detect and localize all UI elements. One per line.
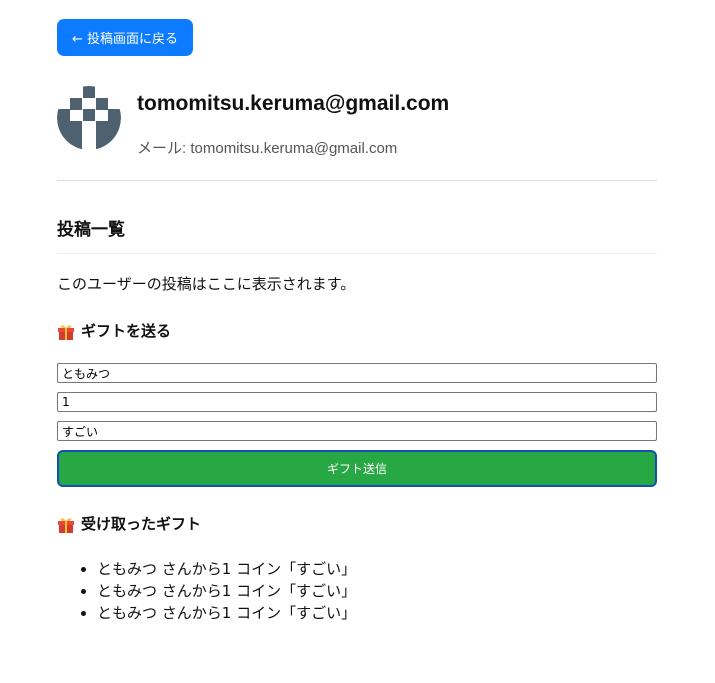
send-gift-title: ギフトを送る (81, 322, 172, 340)
page-container: ← 投稿画面に戻る tomomitsu.keruma@gmail.com メール… (57, 0, 657, 624)
profile-divider (57, 180, 657, 181)
gift-form: ギフト送信 (57, 363, 657, 487)
posts-section-title: 投稿一覧 (57, 220, 125, 240)
posts-empty-text: このユーザーの投稿はここに表示されます。 (57, 275, 356, 293)
received-gifts-title: 受け取ったギフト (81, 515, 202, 533)
gift-icon (58, 324, 74, 340)
send-gift-heading: ギフトを送る (57, 320, 657, 341)
back-to-posts-button[interactable]: ← 投稿画面に戻る (57, 19, 194, 56)
gift-sender-input[interactable] (57, 363, 657, 383)
profile-display-name: tomomitsu.keruma@gmail.com (137, 92, 450, 115)
avatar (57, 86, 121, 150)
list-item: ともみつ さんから1 コイン「すごい」 (97, 602, 657, 624)
posts-divider (57, 253, 657, 254)
send-gift-button[interactable]: ギフト送信 (57, 450, 657, 487)
gift-message-input[interactable] (57, 421, 657, 441)
profile-header: tomomitsu.keruma@gmail.com メール: tomomits… (57, 86, 657, 157)
list-item: ともみつ さんから1 コイン「すごい」 (97, 580, 657, 602)
list-item: ともみつ さんから1 コイン「すごい」 (97, 558, 657, 580)
gift-icon (58, 517, 74, 533)
email-value: tomomitsu.keruma@gmail.com (190, 140, 398, 157)
received-gifts-list: ともみつ さんから1 コイン「すごい」 ともみつ さんから1 コイン「すごい」 … (57, 558, 657, 624)
gift-amount-input[interactable] (57, 392, 657, 412)
profile-email-line: メール: tomomitsu.keruma@gmail.com (137, 137, 449, 158)
received-gifts-heading: 受け取ったギフト (57, 513, 657, 534)
email-label: メール: (137, 140, 187, 157)
identicon-avatar-icon (57, 86, 121, 150)
